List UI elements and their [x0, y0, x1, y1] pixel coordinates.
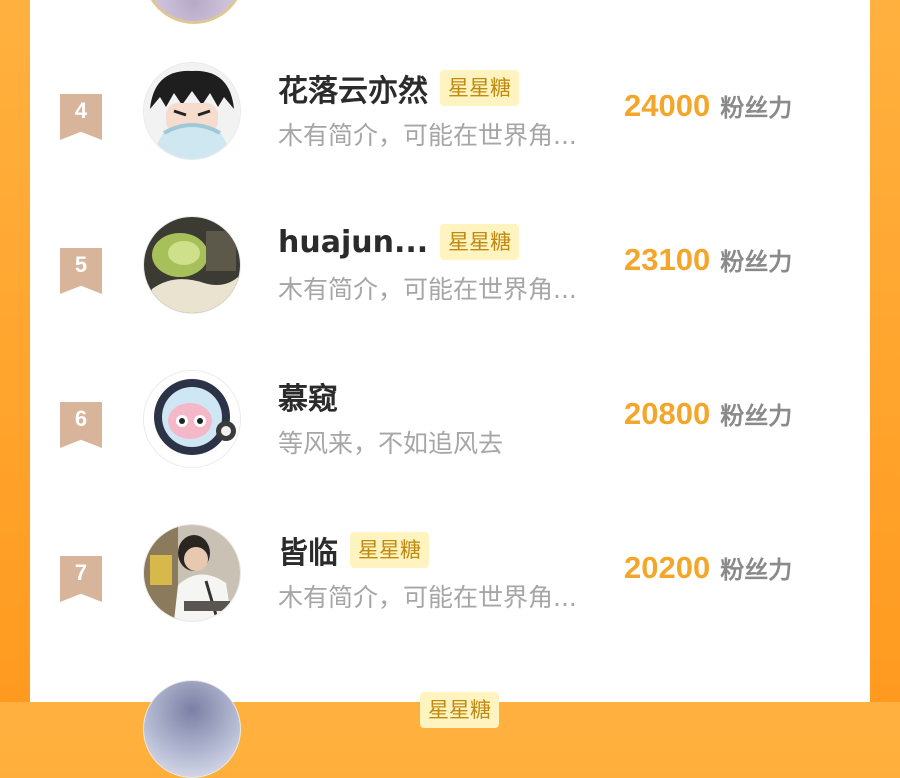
fan-score: 20200 粉丝力: [624, 550, 792, 586]
level-badge: 星星糖: [350, 532, 429, 568]
level-badge: 星星糖: [440, 224, 520, 260]
name-line: 慕窥: [278, 374, 338, 418]
name-line: huajun... 星星糖: [278, 222, 520, 262]
score-value: 23100: [624, 242, 711, 277]
user-bio: 木有简介，可能在世界角...: [278, 275, 577, 304]
score-unit: 粉丝力: [720, 556, 793, 584]
name-line: 皆临 星星糖: [278, 528, 429, 572]
score-value: 20800: [624, 396, 711, 431]
level-badge: 星星糖: [440, 70, 519, 106]
score-value: 24000: [624, 88, 711, 123]
fan-score: 24000 粉丝力: [624, 88, 792, 124]
user-bio: 等风来，不如追风去: [278, 429, 504, 458]
ranking-card: 4 花落云亦然 星星糖 木有简介，可能在世界角... 24000 粉丝力 5 h…: [30, 0, 870, 778]
fan-score: 20800 粉丝力: [624, 396, 792, 432]
user-bio: 木有简介，可能在世界角...: [278, 121, 577, 150]
level-badge: 星星糖: [420, 692, 499, 728]
score-unit: 粉丝力: [720, 248, 793, 276]
user-bio: 木有简介，可能在世界角...: [278, 583, 577, 612]
next-row-partial[interactable]: 星星糖: [408, 692, 499, 728]
user-name[interactable]: huajun...: [278, 225, 428, 260]
user-name[interactable]: 皆临: [278, 528, 338, 572]
avatar[interactable]: [143, 524, 241, 622]
avatar-next-partial[interactable]: [143, 680, 241, 778]
name-line: 花落云亦然 星星糖: [278, 66, 519, 110]
avatar[interactable]: [143, 216, 241, 314]
rank-ribbon-icon: 6: [60, 402, 102, 448]
rank-ribbon-icon: 7: [60, 556, 102, 602]
avatar[interactable]: [143, 370, 241, 468]
avatar[interactable]: [143, 62, 241, 160]
user-name[interactable]: 慕窥: [278, 374, 338, 418]
rank-ribbon-icon: 5: [60, 248, 102, 294]
user-name[interactable]: 花落云亦然: [278, 66, 428, 110]
score-unit: 粉丝力: [720, 94, 793, 122]
score-value: 20200: [624, 550, 711, 585]
fan-score: 23100 粉丝力: [624, 242, 792, 278]
score-unit: 粉丝力: [720, 402, 793, 430]
avatar-previous-partial[interactable]: [143, 0, 245, 24]
rank-ribbon-icon: 4: [60, 94, 102, 140]
